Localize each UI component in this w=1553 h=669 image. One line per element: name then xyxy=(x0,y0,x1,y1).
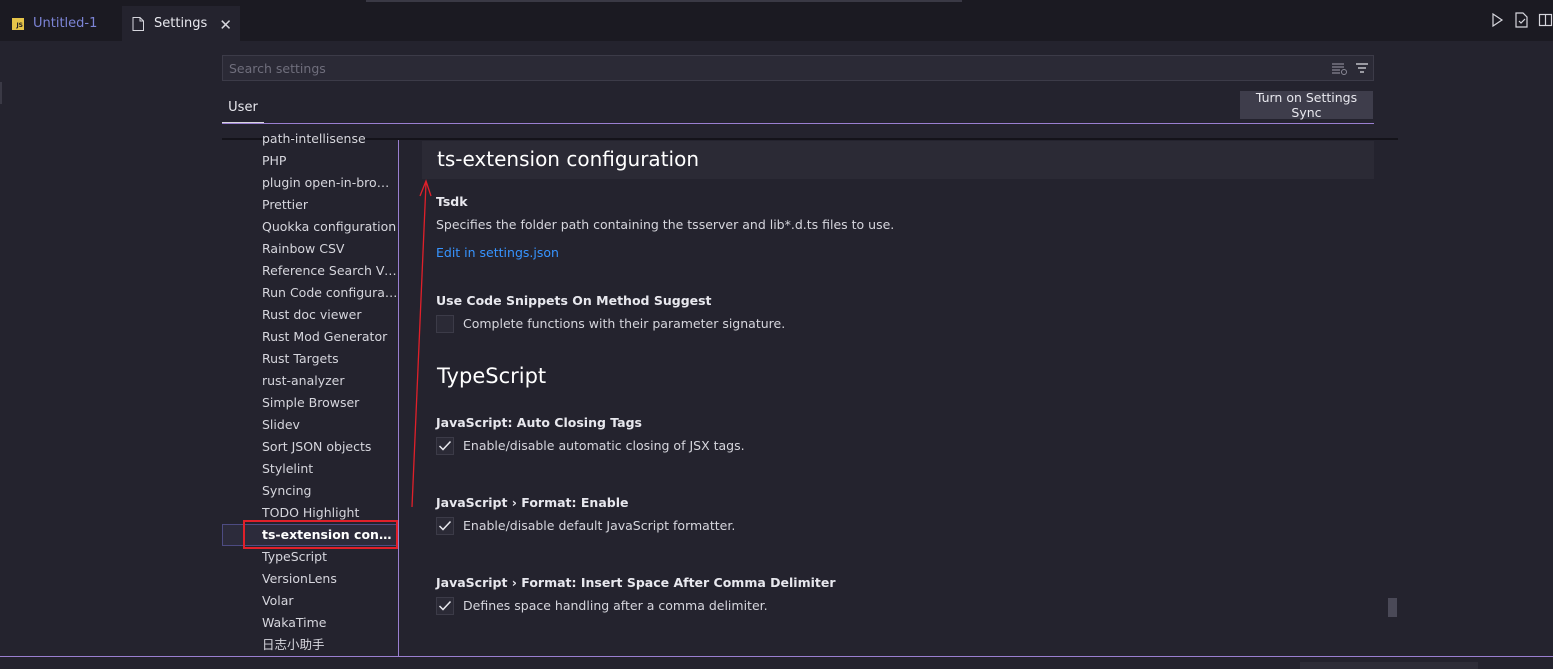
toc-item[interactable]: Volar xyxy=(262,590,398,612)
toc-item[interactable]: WakaTime xyxy=(262,612,398,634)
settings-file-icon xyxy=(132,16,144,31)
toc-item[interactable]: Rust doc viewer xyxy=(262,304,398,326)
bottom-divider xyxy=(0,656,1553,657)
toc-divider xyxy=(398,140,399,656)
clear-filter-icon[interactable] xyxy=(1331,61,1347,75)
toc-item[interactable]: Syncing xyxy=(262,480,398,502)
check-icon xyxy=(438,600,452,611)
group-title-typescript: TypeScript xyxy=(437,364,547,388)
toc-item[interactable]: Rainbow CSV xyxy=(262,238,398,260)
auto-closing-checkbox[interactable] xyxy=(436,437,454,455)
filter-icon[interactable] xyxy=(1355,61,1369,75)
toc-item[interactable]: 日志小助手 xyxy=(262,634,398,656)
title-bar-strip xyxy=(366,0,962,2)
edit-in-settings-json-link[interactable]: Edit in settings.json xyxy=(436,245,559,260)
gutter-mark xyxy=(0,82,2,104)
toc-item[interactable]: path-intellisense xyxy=(262,130,398,150)
comma-delimiter-checkbox[interactable] xyxy=(436,597,454,615)
annotation-highlight-box xyxy=(243,520,398,549)
setting-description-auto-closing: Enable/disable automatic closing of JSX … xyxy=(463,438,745,453)
setting-title-snippets: Use Code Snippets On Method Suggest xyxy=(436,293,712,308)
toc-item[interactable]: rust-analyzer xyxy=(262,370,398,392)
setting-title-auto-closing: JavaScript: Auto Closing Tags xyxy=(436,415,642,430)
header-divider xyxy=(222,123,1374,124)
settings-table-of-contents: path-intellisense PHP plugin open-in-bro… xyxy=(222,130,398,656)
format-enable-checkbox[interactable] xyxy=(436,517,454,535)
toc-item[interactable]: Rust Mod Generator xyxy=(262,326,398,348)
setting-title-comma-delimiter: JavaScript › Format: Insert Space After … xyxy=(436,575,836,590)
setting-title-tsdk: Tsdk xyxy=(436,194,468,209)
check-icon xyxy=(438,440,452,451)
setting-description-snippets: Complete functions with their parameter … xyxy=(463,316,786,331)
tab-settings[interactable]: Settings ✕ xyxy=(122,6,240,41)
setting-description-comma-delimiter: Defines space handling after a comma del… xyxy=(463,598,768,613)
tab-untitled-1[interactable]: JS Untitled-1 xyxy=(0,6,120,41)
section-title: ts-extension configuration xyxy=(422,141,1374,179)
toc-item[interactable]: VersionLens xyxy=(262,568,398,590)
tab-user[interactable]: User xyxy=(222,93,264,123)
toc-item[interactable]: Quokka configuration xyxy=(262,216,398,238)
setting-title-format-enable: JavaScript › Format: Enable xyxy=(436,495,629,510)
setting-description-tsdk: Specifies the folder path containing the… xyxy=(436,217,895,232)
toc-item[interactable]: Simple Browser xyxy=(262,392,398,414)
toc-item[interactable]: PHP xyxy=(262,150,398,172)
open-settings-json-icon[interactable] xyxy=(1514,12,1529,28)
search-actions xyxy=(1331,61,1369,75)
tab-label: Settings xyxy=(154,16,208,31)
toc-item[interactable]: Reference Search View xyxy=(262,260,398,282)
toc-item[interactable]: Rust Targets xyxy=(262,348,398,370)
status-strip xyxy=(1300,662,1478,669)
toc-item[interactable]: Stylelint xyxy=(262,458,398,480)
toc-item[interactable]: Prettier xyxy=(262,194,398,216)
editor-actions xyxy=(1490,12,1553,28)
scrollbar-thumb[interactable] xyxy=(1388,598,1397,617)
check-icon xyxy=(438,520,452,531)
js-file-icon: JS xyxy=(12,17,24,30)
toc-item[interactable]: Run Code configuration xyxy=(262,282,398,304)
run-icon[interactable] xyxy=(1490,12,1505,28)
close-icon[interactable]: ✕ xyxy=(219,16,232,34)
toc-item[interactable]: plugin open-in-browser xyxy=(262,172,398,194)
snippets-checkbox[interactable] xyxy=(436,315,454,333)
tab-label: Untitled-1 xyxy=(33,16,98,31)
search-input[interactable] xyxy=(223,56,1373,80)
toc-item[interactable]: Sort JSON objects xyxy=(262,436,398,458)
editor-tab-bar: JS Untitled-1 Settings ✕ xyxy=(0,0,1553,41)
split-editor-icon[interactable] xyxy=(1538,12,1553,28)
turn-on-settings-sync-button[interactable]: Turn on Settings Sync xyxy=(1240,90,1373,120)
search-settings-box[interactable] xyxy=(222,55,1374,81)
toc-item[interactable]: Slidev xyxy=(262,414,398,436)
setting-description-format-enable: Enable/disable default JavaScript format… xyxy=(463,518,736,533)
toc-item[interactable]: TypeScript xyxy=(262,546,398,568)
